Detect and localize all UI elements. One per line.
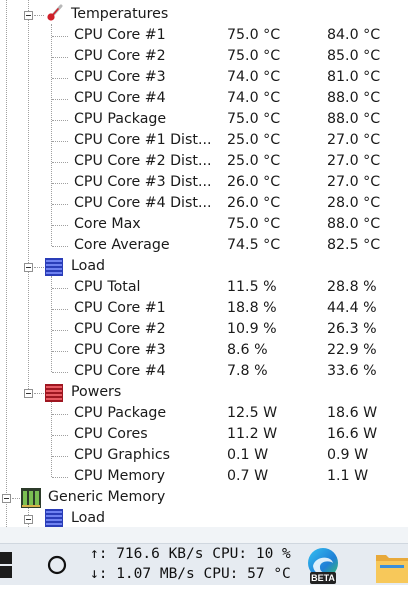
sensor-value: 11.5 % <box>227 279 277 295</box>
sensor-max: 26.3 % <box>327 321 377 337</box>
tree-guide-line <box>6 0 7 527</box>
file-explorer-icon[interactable] <box>376 549 408 587</box>
sensor-value: 10.9 % <box>227 321 277 337</box>
sensor-name[interactable]: CPU Core #4 <box>74 88 216 109</box>
collapse-toggle[interactable] <box>2 494 11 503</box>
sensor-max: 44.4 % <box>327 300 377 316</box>
sensor-value: 0.7 W <box>227 468 269 484</box>
sensor-name[interactable]: CPU Core #2 <box>74 319 216 340</box>
sensor-max: 27.0 °C <box>327 174 381 190</box>
windows-start-icon[interactable] <box>0 552 12 582</box>
sensor-name[interactable]: CPU Core #3 Dist... <box>74 172 216 193</box>
sensor-name[interactable]: CPU Core #4 <box>74 361 216 382</box>
search-circle-icon[interactable] <box>46 554 68 580</box>
sensor-max: 88.0 °C <box>327 216 381 232</box>
sensor-value: 12.5 W <box>227 405 278 421</box>
sensor-name[interactable]: Core Max <box>74 214 216 235</box>
tree-guide-line <box>51 276 52 372</box>
edge-beta-icon[interactable]: BETA <box>301 546 345 585</box>
sensor-max: 88.0 °C <box>327 90 381 106</box>
sensor-value: 75.0 °C <box>227 216 281 232</box>
sensor-max: 28.0 °C <box>327 195 381 211</box>
sensor-name[interactable]: CPU Cores <box>74 424 216 445</box>
sensor-max: 1.1 W <box>327 468 369 484</box>
sensor-name[interactable]: CPU Core #4 Dist... <box>74 193 216 214</box>
category-powers[interactable]: Powers <box>71 382 121 403</box>
collapse-toggle[interactable] <box>24 389 33 398</box>
sensor-max: 22.9 % <box>327 342 377 358</box>
sensor-tree: Temperatures CPU Core #1 75.0 °C 84.0 °C CP… <box>0 0 408 527</box>
sensor-max: 88.0 °C <box>327 111 381 127</box>
net-download-cpu-temp: ↓: 1.07 MB/s CPU: 57 °C <box>90 566 291 582</box>
collapse-toggle[interactable] <box>24 11 33 20</box>
sensor-value: 25.0 °C <box>227 132 281 148</box>
sensor-value: 75.0 °C <box>227 27 281 43</box>
sensor-value: 75.0 °C <box>227 48 281 64</box>
window-bottom-edge <box>0 527 408 543</box>
thermometer-icon <box>46 4 64 22</box>
sensor-max: 28.8 % <box>327 279 377 295</box>
sensor-name[interactable]: CPU Core #1 <box>74 298 216 319</box>
sensor-name[interactable]: CPU Core #2 <box>74 46 216 67</box>
powers-icon <box>45 384 63 402</box>
load-icon <box>45 258 63 276</box>
beta-badge: BETA <box>311 573 335 583</box>
sensor-max: 16.6 W <box>327 426 378 442</box>
sensor-value: 26.0 °C <box>227 195 281 211</box>
sensor-value: 0.1 W <box>227 447 269 463</box>
load-icon <box>45 509 63 527</box>
sensor-name[interactable]: CPU Package <box>74 403 216 424</box>
sensor-value: 75.0 °C <box>227 111 281 127</box>
collapse-toggle[interactable] <box>24 515 33 524</box>
sensor-value: 74.0 °C <box>227 90 281 106</box>
sensor-value: 18.8 % <box>227 300 277 316</box>
sensor-name[interactable]: Core Average <box>74 235 216 256</box>
category-temperatures[interactable]: Temperatures <box>71 4 168 25</box>
sensor-name[interactable]: CPU Core #3 <box>74 340 216 361</box>
memory-icon <box>21 488 41 508</box>
tree-guide-line <box>28 0 29 391</box>
sensor-max: 84.0 °C <box>327 27 381 43</box>
sensor-max: 27.0 °C <box>327 153 381 169</box>
sensor-name[interactable]: CPU Core #3 <box>74 67 216 88</box>
category-load[interactable]: Load <box>71 256 105 277</box>
sensor-value: 26.0 °C <box>227 174 281 190</box>
sensor-max: 33.6 % <box>327 363 377 379</box>
sensor-value: 25.0 °C <box>227 153 281 169</box>
sensor-name[interactable]: CPU Core #1 Dist... <box>74 130 216 151</box>
sensor-name[interactable]: CPU Memory <box>74 466 216 487</box>
sensor-name[interactable]: CPU Package <box>74 109 216 130</box>
sensor-max: 0.9 W <box>327 447 369 463</box>
sensor-max: 27.0 °C <box>327 132 381 148</box>
sensor-name[interactable]: CPU Total <box>74 277 216 298</box>
sensor-value: 8.6 % <box>227 342 268 358</box>
taskbar: ↑: 716.6 KB/s CPU: 10 % ↓: 1.07 MB/s CPU… <box>0 543 408 585</box>
collapse-toggle[interactable] <box>24 263 33 272</box>
sensor-name[interactable]: CPU Core #2 Dist... <box>74 151 216 172</box>
net-upload-cpu-load: ↑: 716.6 KB/s CPU: 10 % <box>90 546 291 562</box>
sensor-value: 74.0 °C <box>227 69 281 85</box>
sensor-max: 81.0 °C <box>327 69 381 85</box>
sensor-name[interactable]: CPU Core #1 <box>74 25 216 46</box>
sensor-max: 82.5 °C <box>327 237 381 253</box>
hardware-generic-memory[interactable]: Generic Memory <box>48 487 165 508</box>
sensor-value: 11.2 W <box>227 426 278 442</box>
sensor-value: 74.5 °C <box>227 237 281 253</box>
sensor-max: 85.0 °C <box>327 48 381 64</box>
category-memory-load[interactable]: Load <box>71 508 105 527</box>
sensor-max: 18.6 W <box>327 405 378 421</box>
sensor-name[interactable]: CPU Graphics <box>74 445 216 466</box>
sensor-value: 7.8 % <box>227 363 268 379</box>
